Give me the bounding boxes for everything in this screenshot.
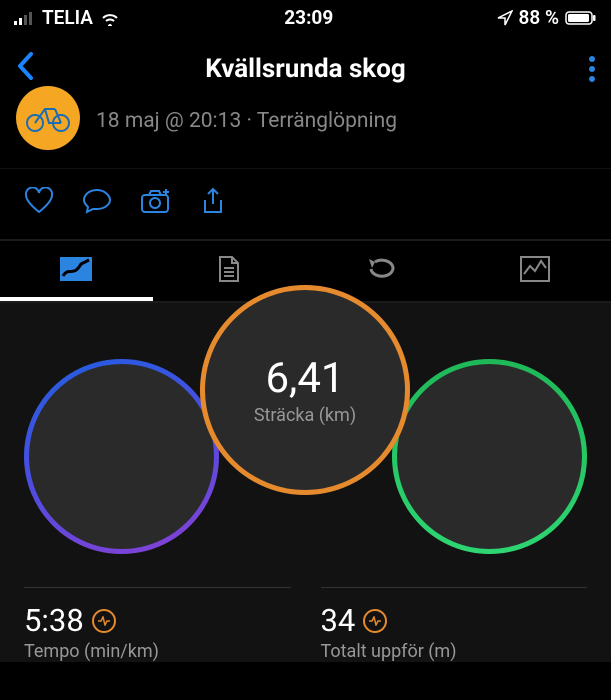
comment-button[interactable] bbox=[82, 187, 112, 221]
battery-text: 88 % bbox=[519, 6, 559, 29]
wifi-icon bbox=[99, 10, 121, 26]
location-icon bbox=[497, 10, 513, 26]
pulse-icon bbox=[363, 609, 387, 633]
pulse-icon bbox=[92, 609, 116, 633]
map-icon bbox=[59, 256, 93, 282]
gauge-distance[interactable]: 6,41 Sträcka (km) bbox=[200, 285, 410, 495]
camera-button[interactable] bbox=[140, 187, 172, 221]
stat-pace-label: Tempo (min/km) bbox=[24, 641, 291, 662]
activity-type: Terränglöpning bbox=[257, 109, 397, 133]
like-button[interactable] bbox=[24, 187, 54, 221]
share-icon bbox=[200, 187, 226, 217]
status-bar: TELIA 23:09 88 % bbox=[0, 0, 611, 33]
camera-icon bbox=[140, 187, 172, 215]
status-left: TELIA bbox=[14, 6, 121, 29]
more-button[interactable] bbox=[589, 56, 595, 82]
activity-datetime: 18 maj @ 20:13 bbox=[96, 109, 241, 133]
gauge-calories[interactable]: 427 Kalorier bbox=[392, 359, 587, 554]
gauge-time[interactable]: 36:07 Tid bbox=[24, 359, 219, 554]
share-button[interactable] bbox=[200, 187, 226, 221]
stat-pace[interactable]: 5:38 Tempo (min/km) bbox=[24, 587, 291, 662]
action-row bbox=[0, 168, 611, 239]
loop-icon bbox=[365, 257, 399, 281]
tab-charts[interactable] bbox=[458, 241, 611, 301]
status-right: 88 % bbox=[497, 6, 597, 29]
tab-map[interactable] bbox=[0, 241, 153, 301]
gauges: 36:07 Tid 427 Kalorier 6,41 Sträcka (km) bbox=[0, 303, 611, 573]
stat-pace-value: 5:38 bbox=[24, 602, 84, 639]
back-button[interactable] bbox=[16, 51, 34, 86]
stat-climb-value: 34 bbox=[321, 602, 356, 639]
document-icon bbox=[217, 255, 241, 283]
nav-bar: Kvällsrunda skog bbox=[0, 33, 611, 108]
chart-icon bbox=[520, 256, 550, 282]
carrier-label: TELIA bbox=[42, 6, 93, 29]
status-time: 23:09 bbox=[284, 6, 333, 29]
stat-climb[interactable]: 34 Totalt uppför (m) bbox=[321, 587, 588, 662]
signal-icon bbox=[14, 11, 36, 25]
activity-meta: 18 maj @ 20:13 · Terränglöpning bbox=[96, 109, 397, 133]
stats: 5:38 Tempo (min/km) 34 Totalt uppför (m) bbox=[0, 573, 611, 662]
activity-row: 18 maj @ 20:13 · Terränglöpning bbox=[0, 108, 611, 168]
heart-icon bbox=[24, 187, 54, 215]
comment-icon bbox=[82, 187, 112, 215]
page-title: Kvällsrunda skog bbox=[205, 54, 405, 84]
battery-icon bbox=[565, 10, 597, 26]
stat-climb-label: Totalt uppför (m) bbox=[321, 641, 588, 662]
